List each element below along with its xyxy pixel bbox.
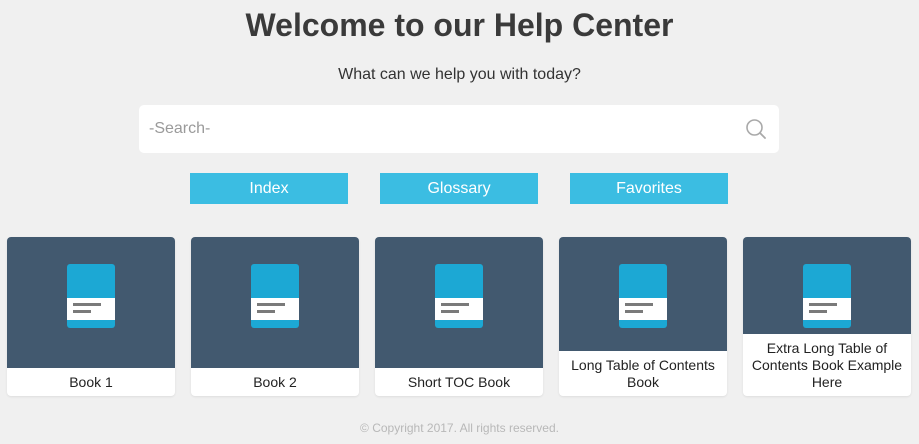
copyright-text: © Copyright 2017. All rights reserved. xyxy=(360,421,559,435)
book-title: Book 2 xyxy=(253,373,297,390)
page-title: Welcome to our Help Center xyxy=(245,7,674,43)
card-header xyxy=(191,237,359,368)
glossary-button[interactable]: Glossary xyxy=(380,173,538,204)
book-icon xyxy=(251,264,299,328)
book-title: Extra Long Table of Contents Book Exampl… xyxy=(751,339,903,390)
book-card[interactable]: Extra Long Table of Contents Book Exampl… xyxy=(743,237,911,396)
book-title: Short TOC Book xyxy=(407,373,511,390)
book-title: Book 1 xyxy=(69,373,113,390)
favorites-button[interactable]: Favorites xyxy=(570,173,728,204)
index-button[interactable]: Index xyxy=(190,173,348,204)
book-card[interactable]: Short TOC Book xyxy=(375,237,543,396)
card-header xyxy=(7,237,175,368)
search-input[interactable] xyxy=(139,105,729,153)
help-center-page: Welcome to our Help Center What can we h… xyxy=(0,0,919,444)
search-icon[interactable] xyxy=(745,118,767,140)
book-icon xyxy=(67,264,115,328)
book-title: Long Table of Contents Book xyxy=(571,356,715,390)
card-header xyxy=(375,237,543,368)
book-card[interactable]: Book 2 xyxy=(191,237,359,396)
page-subtitle: What can we help you with today? xyxy=(338,66,581,83)
card-header xyxy=(743,237,911,334)
book-icon xyxy=(803,264,851,328)
book-card[interactable]: Long Table of Contents Book xyxy=(559,237,727,396)
book-icon xyxy=(619,264,667,328)
card-header xyxy=(559,237,727,351)
book-icon xyxy=(435,264,483,328)
search-bar xyxy=(139,105,779,153)
book-list: Book 1 Book 2 Short TOC Book Long Table … xyxy=(0,237,919,397)
book-card[interactable]: Book 1 xyxy=(7,237,175,396)
